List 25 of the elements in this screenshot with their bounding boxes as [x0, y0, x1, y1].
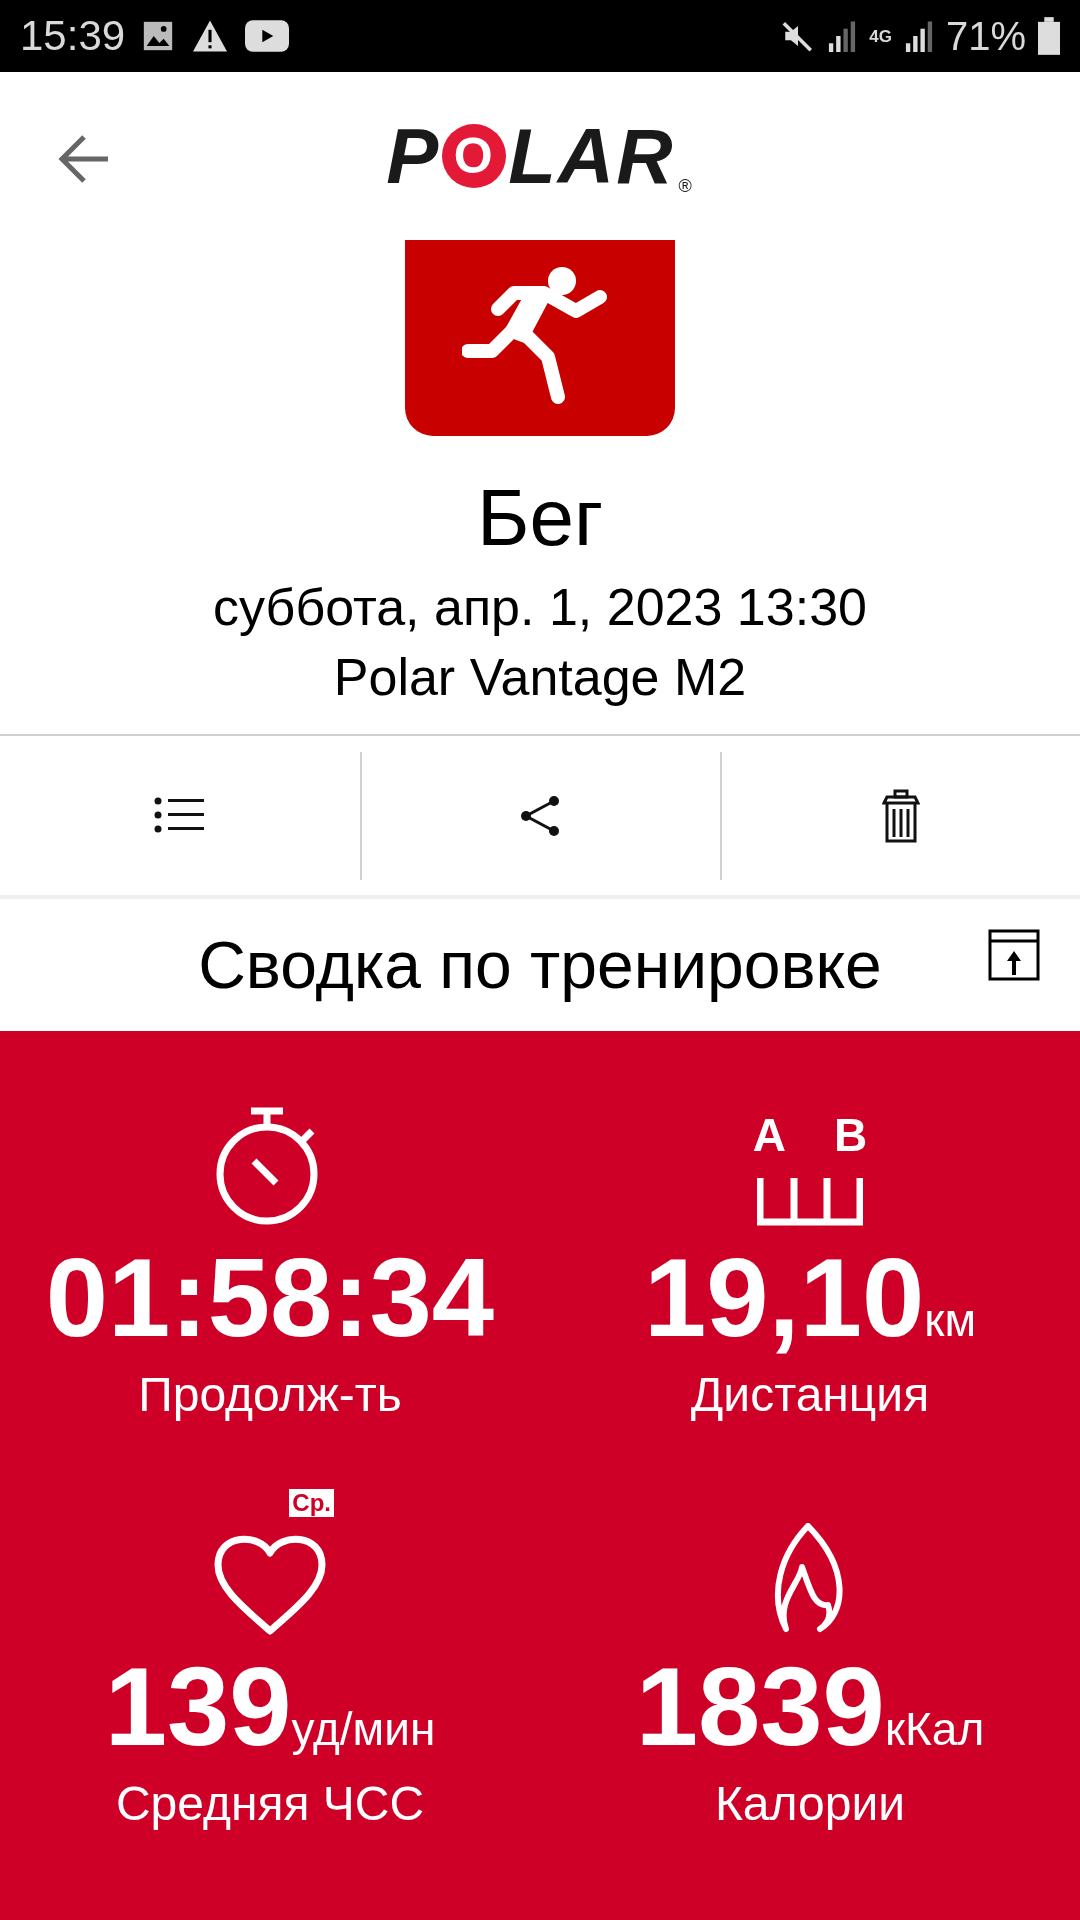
stat-label: Средняя ЧСС [115, 1776, 425, 1832]
average-badge: Ср. [289, 1489, 334, 1517]
stat-unit: кКал [884, 1706, 985, 1752]
stat-value: 19,10 [644, 1236, 925, 1360]
stat-value: 01:58:34 [45, 1236, 495, 1360]
network-type: 4G [869, 27, 892, 45]
stat-label: Продолж-ть [138, 1367, 402, 1423]
stat-unit: км [924, 1297, 976, 1343]
trash-icon[interactable] [882, 788, 920, 843]
stat-value: 139 [104, 1645, 292, 1769]
back-arrow-icon[interactable] [58, 134, 110, 184]
signal-icon [903, 20, 934, 52]
signal-icon [827, 20, 858, 52]
status-time: 15:39 [20, 15, 126, 57]
play-icon [245, 20, 290, 52]
battery-percent: 71% [945, 16, 1026, 56]
device-name: Polar Vantage M2 [333, 647, 747, 708]
stat-label: Калории [714, 1776, 906, 1832]
stat-value: 1839 [635, 1645, 885, 1769]
stat-label: Дистанция [690, 1367, 930, 1423]
battery-icon [1038, 17, 1060, 55]
share-icon[interactable] [520, 794, 562, 837]
export-icon[interactable] [988, 929, 1040, 981]
activity-title: Бег [476, 472, 604, 564]
activity-date: суббота, апр. 1, 2023 13:30 [213, 577, 867, 638]
